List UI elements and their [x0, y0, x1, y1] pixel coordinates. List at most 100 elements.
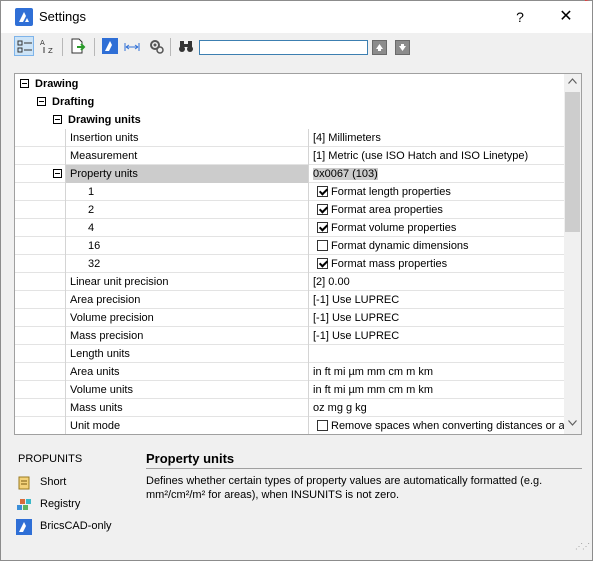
- bitflag-label: 4: [65, 219, 308, 237]
- bitflag-row[interactable]: 4 Format volume properties: [15, 219, 564, 237]
- property-row[interactable]: Measurement [1] Metric (use ISO Hatch an…: [15, 147, 564, 165]
- collapse-icon[interactable]: [53, 169, 62, 178]
- bitflag-label: 16: [65, 237, 308, 255]
- close-button[interactable]: ✕: [554, 6, 578, 28]
- binoculars-icon[interactable]: [176, 36, 196, 56]
- property-label: Linear unit precision: [65, 273, 308, 291]
- property-label: Length units: [65, 345, 308, 363]
- title-bar: Settings ? ✕: [1, 1, 592, 33]
- property-value[interactable]: 0x0067 (103): [308, 165, 564, 183]
- bitflag-value[interactable]: Format volume properties: [308, 219, 564, 237]
- bitflag-text: Format dynamic dimensions: [331, 240, 469, 252]
- checkbox[interactable]: [317, 186, 328, 197]
- bitflag-value[interactable]: Format dynamic dimensions: [308, 237, 564, 255]
- property-value[interactable]: [4] Millimeters: [308, 129, 564, 147]
- category-drawing-units[interactable]: Drawing units: [15, 111, 564, 129]
- scroll-up-icon[interactable]: [568, 78, 577, 84]
- bricscad-icon[interactable]: [100, 36, 120, 56]
- collapse-icon[interactable]: [37, 97, 46, 106]
- bricscad-only-label: BricsCAD-only: [40, 520, 112, 532]
- bitflag-row[interactable]: 32 Format mass properties: [15, 255, 564, 273]
- export-icon[interactable]: [68, 36, 88, 56]
- bitflag-value[interactable]: Format length properties: [308, 183, 564, 201]
- checkbox[interactable]: [317, 240, 328, 251]
- property-row-selected[interactable]: Property units 0x0067 (103): [15, 165, 564, 183]
- property-label: Unit mode: [65, 417, 308, 434]
- property-value[interactable]: Remove spaces when converting distances …: [308, 417, 564, 434]
- categorized-view-icon[interactable]: [14, 36, 34, 56]
- checkbox[interactable]: [317, 204, 328, 215]
- property-value[interactable]: [1] Metric (use ISO Hatch and ISO Linety…: [308, 147, 564, 165]
- search-up-icon[interactable]: [372, 40, 387, 55]
- scroll-down-icon[interactable]: [568, 420, 577, 426]
- bitflag-row[interactable]: 16 Format dynamic dimensions: [15, 237, 564, 255]
- property-row[interactable]: Unit mode Remove spaces when converting …: [15, 417, 564, 434]
- bitflag-text: Format volume properties: [331, 222, 457, 234]
- category-label: Drawing units: [68, 114, 141, 126]
- toolbar-separator: [62, 38, 63, 56]
- category-label: Drawing: [35, 78, 79, 90]
- property-value[interactable]: [-1] Use LUPREC: [308, 309, 564, 327]
- property-label: Mass precision: [65, 327, 308, 345]
- search-input[interactable]: [199, 40, 368, 55]
- scrollbar-thumb[interactable]: [565, 92, 580, 232]
- property-grid[interactable]: Drawing Drafting Drawing units Insertion…: [14, 73, 582, 435]
- checkbox[interactable]: [317, 420, 328, 431]
- command-name: PROPUNITS: [18, 453, 83, 465]
- property-value[interactable]: [308, 345, 564, 363]
- category-drafting[interactable]: Drafting: [15, 93, 564, 111]
- property-row[interactable]: Area precision [-1] Use LUPREC: [15, 291, 564, 309]
- search-down-icon[interactable]: [395, 40, 410, 55]
- bitflag-row[interactable]: 1 Format length properties: [15, 183, 564, 201]
- property-value[interactable]: oz mg g kg: [308, 399, 564, 417]
- bitflag-value[interactable]: Format mass properties: [308, 255, 564, 273]
- property-row[interactable]: Linear unit precision [2] 0.00: [15, 273, 564, 291]
- bitflag-row[interactable]: 2 Format area properties: [15, 201, 564, 219]
- category-label: Drafting: [52, 96, 95, 108]
- property-value[interactable]: [2] 0.00: [308, 273, 564, 291]
- property-row[interactable]: Volume units in ft mi µm mm cm m km: [15, 381, 564, 399]
- vertical-scrollbar[interactable]: [564, 74, 581, 434]
- collapse-icon[interactable]: [20, 79, 29, 88]
- registry-icon: [17, 499, 31, 510]
- resize-grip-icon[interactable]: ⋰⋰: [575, 542, 590, 551]
- window-title: Settings: [39, 9, 86, 24]
- bitflag-text: Format area properties: [331, 204, 443, 216]
- property-label: Area units: [65, 363, 308, 381]
- property-label: Insertion units: [65, 129, 308, 147]
- property-row[interactable]: Length units: [15, 345, 564, 363]
- bitflag-label: 2: [65, 201, 308, 219]
- toolbar-separator: [94, 38, 95, 56]
- property-row[interactable]: Volume precision [-1] Use LUPREC: [15, 309, 564, 327]
- category-drawing[interactable]: Drawing: [15, 75, 564, 93]
- short-label: Short: [40, 476, 67, 488]
- property-value[interactable]: in ft mi µm mm cm m km: [308, 381, 564, 399]
- property-label: Mass units: [65, 399, 308, 417]
- property-row[interactable]: Area units in ft mi µm mm cm m km: [15, 363, 564, 381]
- toolbar-separator: [170, 38, 171, 56]
- checkbox[interactable]: [317, 258, 328, 269]
- alphabetic-view-icon[interactable]: AZ: [38, 36, 58, 56]
- property-value-text: Remove spaces when converting distances …: [331, 420, 564, 432]
- property-label: Property units: [65, 165, 308, 183]
- property-value[interactable]: [-1] Use LUPREC: [308, 291, 564, 309]
- help-button[interactable]: ?: [509, 6, 531, 28]
- collapse-icon[interactable]: [53, 115, 62, 124]
- gear-filter-icon[interactable]: [146, 36, 166, 56]
- property-label: Measurement: [65, 147, 308, 165]
- info-panel: PROPUNITS Short Registry BricsCAD-only P…: [14, 441, 582, 551]
- checkbox[interactable]: [317, 222, 328, 233]
- property-row[interactable]: Mass units oz mg g kg: [15, 399, 564, 417]
- property-value[interactable]: in ft mi µm mm cm m km: [308, 363, 564, 381]
- property-value-text: 0x0067 (103): [313, 168, 378, 180]
- property-value[interactable]: [-1] Use LUPREC: [308, 327, 564, 345]
- settings-window: Settings ? ✕ AZ Drawing Drafting Drawing…: [0, 0, 593, 561]
- svg-text:Z: Z: [48, 47, 53, 54]
- bitflag-label: 1: [65, 183, 308, 201]
- property-row[interactable]: Insertion units [4] Millimeters: [15, 129, 564, 147]
- bitflag-value[interactable]: Format area properties: [308, 201, 564, 219]
- property-row[interactable]: Mass precision [-1] Use LUPREC: [15, 327, 564, 345]
- registry-label: Registry: [40, 498, 81, 510]
- description-title: Property units: [146, 451, 235, 466]
- dimension-icon[interactable]: [122, 36, 142, 56]
